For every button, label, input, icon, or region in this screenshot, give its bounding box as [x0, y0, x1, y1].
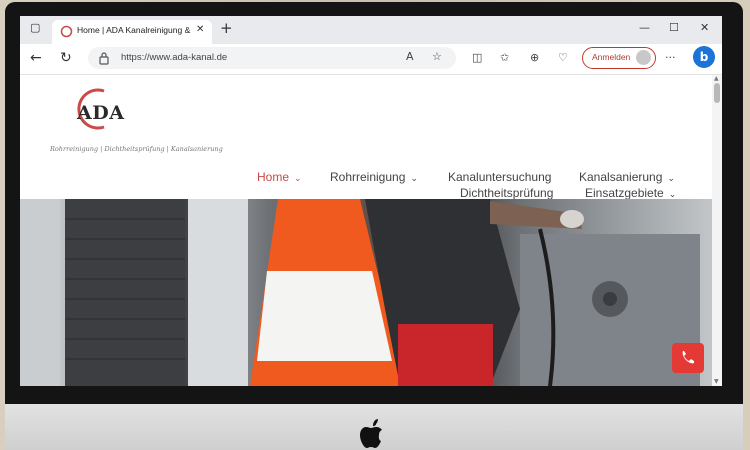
close-tab-icon[interactable]: ✕ [196, 24, 204, 35]
machine-hub [603, 292, 617, 306]
nav-label: Home [257, 170, 290, 184]
read-aloud-icon[interactable]: A [406, 50, 414, 63]
browser-essentials-icon[interactable]: ♡ [558, 52, 568, 64]
url-field[interactable]: https://www.ada-kanal.de A ☆ [88, 47, 456, 69]
nav-item-kanalsanierung[interactable]: Kanalsanierung ⌄ [579, 170, 675, 184]
nav-item-kanaluntersuchung[interactable]: Kanaluntersuchung [448, 170, 551, 184]
scroll-thumb[interactable] [714, 83, 720, 103]
refresh-icon[interactable]: ↻ [60, 50, 72, 66]
split-screen-icon[interactable]: ◫ [472, 52, 482, 64]
chevron-down-icon: ⌄ [668, 189, 677, 199]
nav-item-rohrreinigung[interactable]: Rohrreinigung ⌄ [330, 170, 418, 184]
scroll-down-icon[interactable]: ▼ [714, 378, 719, 385]
collections-icon[interactable]: ⊕ [530, 52, 539, 64]
site-tagline: Rohrreinigung | Dichtheitsprüfung | Kana… [50, 145, 223, 153]
hero-image [20, 199, 712, 386]
nav-label: Rohrreinigung [330, 170, 406, 184]
chevron-down-icon: ⌄ [410, 173, 418, 183]
tab-title: Home | ADA Kanalreinigung & Sa [77, 25, 192, 35]
van-door [188, 199, 248, 386]
scrollbar[interactable]: ▲ ▼ [712, 75, 722, 386]
worker-glove [560, 210, 584, 228]
hero-illustration [20, 199, 700, 386]
scroll-up-icon[interactable]: ▲ [714, 75, 719, 82]
avatar-icon [636, 50, 651, 65]
signin-label: Anmelden [592, 52, 631, 62]
lock-icon [99, 52, 109, 65]
tab-bar: ▢ Home | ADA Kanalreinigung & Sa ✕ + — ☐… [20, 16, 722, 44]
phone-icon [682, 351, 694, 364]
more-options-icon[interactable]: ··· [665, 52, 676, 64]
site-logo[interactable]: ADA [77, 102, 124, 124]
nav-item-home[interactable]: Home ⌄ [257, 170, 302, 184]
favorite-star-icon[interactable]: ☆ [432, 50, 442, 63]
new-tab-icon[interactable]: + [220, 21, 233, 36]
van-side [20, 199, 60, 386]
back-icon[interactable]: ← [30, 50, 42, 66]
address-bar: ← ↻ https://www.ada-kanal.de A ☆ ◫ ✩ ⊕ ♡… [20, 44, 722, 75]
nav-label: Kanalsanierung [579, 170, 663, 184]
minimize-icon[interactable]: — [639, 22, 650, 34]
favorites-icon[interactable]: ✩ [500, 52, 509, 64]
chevron-down-icon: ⌄ [294, 173, 302, 183]
apple-logo-icon [360, 419, 382, 448]
page-viewport: ADA Rohrreinigung | Dichtheitsprüfung | … [20, 75, 722, 386]
nav-item-dichtheitspruefung[interactable]: Dichtheitsprüfung [460, 186, 553, 200]
signin-button[interactable]: Anmelden [582, 47, 656, 69]
tab-actions-icon[interactable]: ▢ [30, 22, 40, 34]
nav-label: Einsatzgebiete [585, 186, 664, 200]
active-tab[interactable]: Home | ADA Kanalreinigung & Sa ✕ [52, 20, 212, 44]
van-grille [65, 199, 185, 386]
cone-reflective-band [257, 271, 392, 361]
close-window-icon[interactable]: ✕ [700, 22, 709, 34]
nav-label: Dichtheitsprüfung [460, 186, 554, 200]
nav-item-einsatzgebiete[interactable]: Einsatzgebiete ⌄ [585, 186, 676, 200]
url-text: https://www.ada-kanal.de [121, 52, 228, 63]
browser-window: ▢ Home | ADA Kanalreinigung & Sa ✕ + — ☐… [20, 16, 722, 386]
site-favicon-icon [60, 25, 73, 38]
worker-trousers [398, 324, 493, 386]
nav-label: Kanaluntersuchung [448, 170, 552, 184]
copilot-icon[interactable]: b [693, 46, 715, 68]
chevron-down-icon: ⌄ [667, 173, 675, 183]
maximize-icon[interactable]: ☐ [669, 22, 679, 34]
call-button[interactable] [672, 343, 704, 373]
